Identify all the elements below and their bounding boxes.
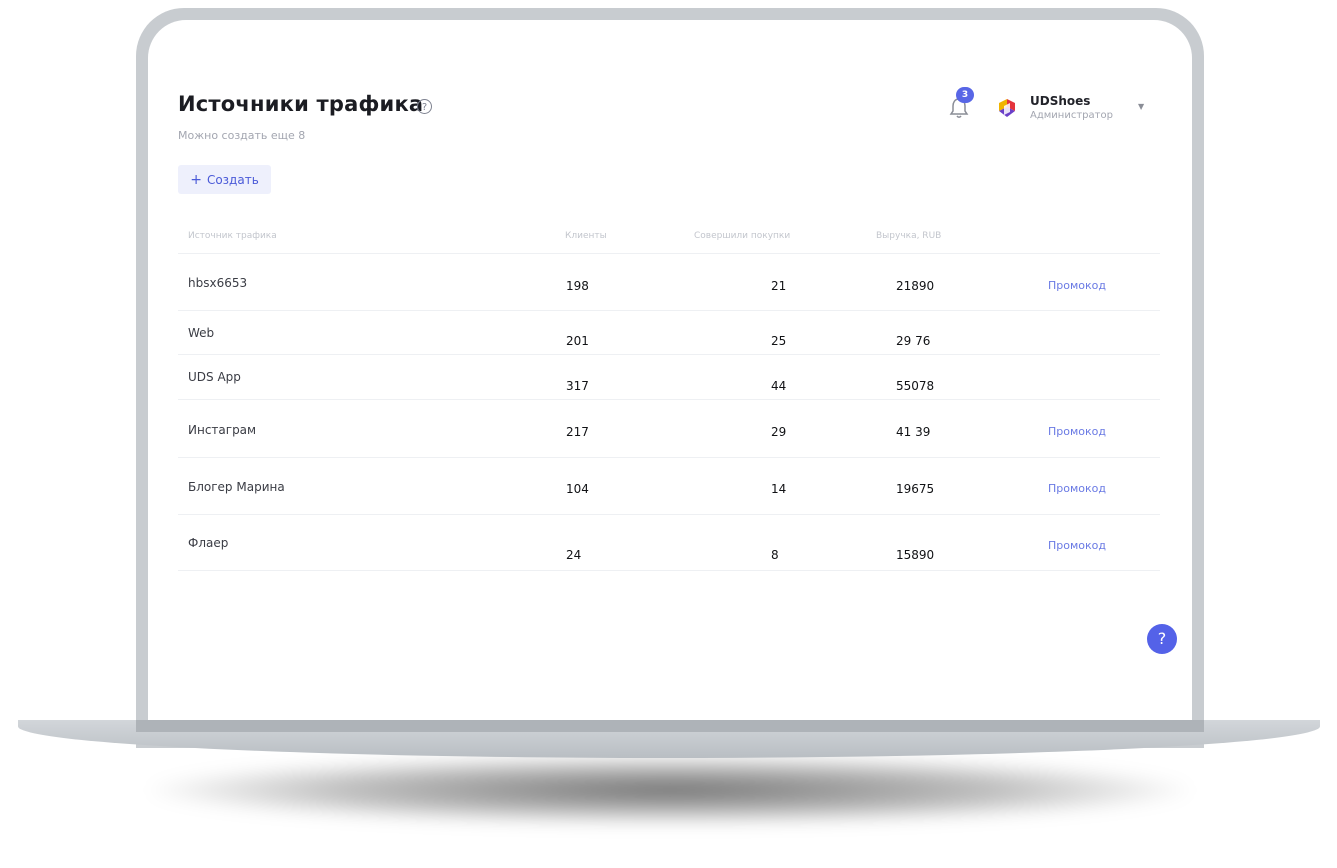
column-header-clients: Клиенты [565,231,607,241]
table-row-revenue: 19675 [896,482,935,496]
laptop-screen: Источники трафика ? Можно создать еще 8 … [148,20,1192,720]
support-chat-button[interactable]: ? [1147,624,1177,654]
create-button-label: Создать [206,172,259,187]
table-row-purchases: 21 [771,279,787,293]
laptop-hinge [136,720,1204,732]
promocode-link[interactable]: Промокод [1048,425,1106,438]
table-row-revenue: 41 39 [896,425,931,439]
table-divider [178,457,1160,458]
brand-logo-icon [999,99,1015,117]
table-row-clients: 317 [566,379,589,393]
plus-icon: + [190,171,202,188]
table-divider [178,570,1160,571]
table-row-source: Web [188,326,215,340]
column-header-revenue: Выручка, RUB [876,231,942,241]
page-title: Источники трафика [178,92,424,116]
laptop-shadow [150,755,1190,825]
table-row-revenue: 55078 [896,379,935,393]
table-row-clients: 104 [566,482,589,496]
column-header-purchases: Совершили покупки [694,231,791,241]
page-subtitle: Можно создать еще 8 [178,129,306,142]
notification-badge[interactable]: 3 [956,87,974,103]
table-divider [178,310,1160,311]
table-divider [178,514,1160,515]
user-role: Администратор [1030,110,1113,121]
table-row-source: hbsx6653 [188,276,248,290]
user-name[interactable]: UDShoes [1030,94,1090,108]
promocode-link[interactable]: Промокод [1048,279,1106,292]
table-row-purchases: 44 [771,379,787,393]
table-divider [178,253,1160,254]
column-header-source: Источник трафика [188,231,277,241]
caret-down-icon[interactable]: ▼ [1138,102,1144,111]
table-row-source: Блогер Марина [188,480,285,494]
table-row-source: Инстаграм [188,423,257,437]
table-row-revenue: 15890 [896,548,935,562]
table-row-purchases: 29 [771,425,787,439]
table-row-purchases: 8 [771,548,779,562]
promocode-link[interactable]: Промокод [1048,539,1106,552]
table-row-purchases: 14 [771,482,787,496]
table-divider [178,354,1160,355]
table-row-revenue: 29 76 [896,334,931,348]
table-row-purchases: 25 [771,334,787,348]
table-row-clients: 24 [566,548,582,562]
table-row-clients: 201 [566,334,589,348]
table-row-source: Флаер [188,536,229,550]
question-circle-icon[interactable]: ? [417,99,432,114]
table-row-clients: 217 [566,425,589,439]
table-row-source: UDS App [188,370,241,384]
table-row-clients: 198 [566,279,589,293]
table-row-revenue: 21890 [896,279,935,293]
promocode-link[interactable]: Промокод [1048,482,1106,495]
create-button[interactable]: + Создать [178,165,271,194]
table-divider [178,399,1160,400]
